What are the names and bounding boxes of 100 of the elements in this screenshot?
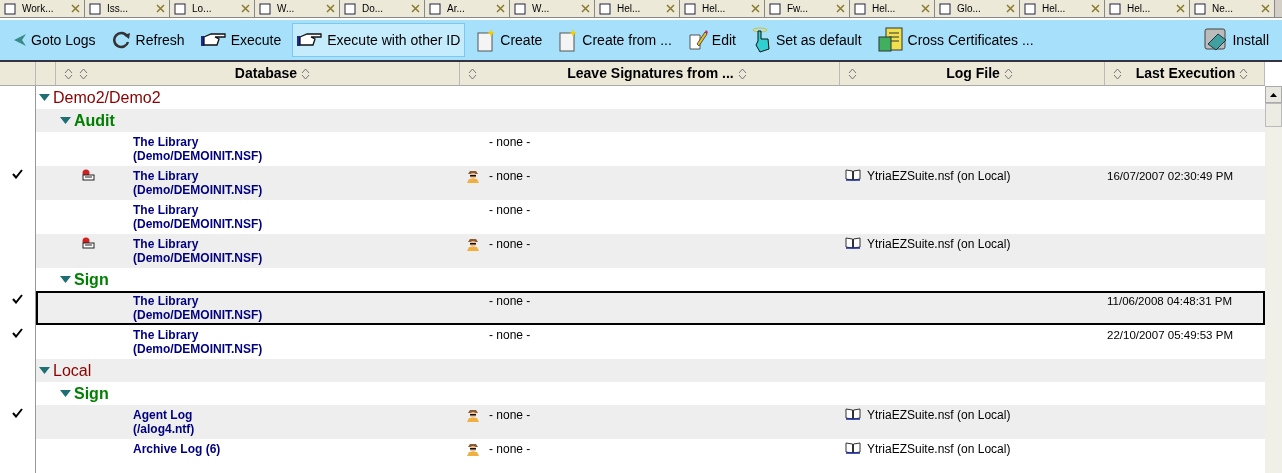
category-label: Audit	[74, 111, 115, 130]
document-tab[interactable]: Hel...	[680, 0, 765, 17]
document-icon	[4, 2, 18, 15]
log-file-text: YtriaEZSuite.nsf (on Local)	[867, 442, 1011, 456]
pointing-hand-icon	[200, 32, 227, 48]
document-icon	[769, 2, 783, 15]
close-icon[interactable]	[921, 4, 930, 13]
expand-arrow-icon[interactable]	[60, 276, 71, 283]
toolbar-button[interactable]: Goto Logs	[8, 23, 101, 57]
signatures-text: - none -	[489, 294, 531, 308]
new-document-icon	[476, 28, 497, 52]
document-tab[interactable]: W...	[510, 0, 595, 17]
last-execution-text: 16/07/2007 02:30:49 PM	[1107, 170, 1233, 182]
column-header[interactable]: Last Execution	[1105, 62, 1265, 85]
toolbar-button[interactable]: Install	[1199, 23, 1274, 57]
document-icon	[1024, 2, 1038, 15]
close-icon[interactable]	[1006, 4, 1015, 13]
sort-icon[interactable]	[79, 67, 88, 80]
scroll-thumb[interactable]	[1265, 103, 1282, 127]
document-icon	[684, 2, 698, 15]
close-icon[interactable]	[71, 4, 80, 13]
close-icon[interactable]	[1261, 4, 1270, 13]
close-icon[interactable]	[751, 4, 760, 13]
document-icon	[939, 2, 953, 15]
scrollbar[interactable]	[1265, 86, 1282, 473]
toolbar-button[interactable]: Create	[471, 23, 548, 57]
toolbar-button[interactable]: Create from ...	[553, 23, 677, 57]
document-tab[interactable]: Hel...	[595, 0, 680, 17]
book-icon	[845, 408, 861, 420]
document-tab[interactable]: Fw...	[765, 0, 850, 17]
document-tab[interactable]: Hel...	[850, 0, 935, 17]
close-icon[interactable]	[581, 4, 590, 13]
document-tab[interactable]: Iss...	[85, 0, 170, 17]
checkmark-icon[interactable]	[12, 328, 23, 338]
document-tab[interactable]: Do...	[340, 0, 425, 17]
checkmark-icon[interactable]	[12, 294, 23, 304]
toolbar-button[interactable]: Refresh	[106, 23, 190, 57]
sort-icon[interactable]	[848, 67, 857, 80]
document-icon	[854, 2, 868, 15]
document-icon	[1194, 2, 1208, 15]
database-path: (Demo/DEMOINIT.NSF)	[133, 217, 263, 231]
toolbar-button[interactable]: Execute with other ID	[292, 23, 466, 57]
sort-icon[interactable]	[1239, 67, 1249, 80]
close-icon[interactable]	[326, 4, 335, 13]
last-execution-text: 11/06/2008 04:48:31 PM	[1107, 295, 1233, 307]
close-icon[interactable]	[156, 4, 165, 13]
database-title: The Library	[133, 203, 200, 217]
document-icon	[599, 2, 613, 15]
expand-arrow-icon[interactable]	[60, 390, 71, 397]
close-icon[interactable]	[1091, 4, 1100, 13]
toolbar-button[interactable]: Set as default	[746, 23, 867, 57]
close-icon[interactable]	[496, 4, 505, 13]
sort-icon[interactable]	[737, 67, 747, 80]
database-title: The Library	[133, 135, 200, 149]
document-icon	[259, 2, 273, 15]
log-file-text: YtriaEZSuite.nsf (on Local)	[867, 237, 1011, 251]
sort-icon[interactable]	[468, 67, 477, 80]
document-tab[interactable]: Work...	[0, 0, 85, 17]
close-icon[interactable]	[666, 4, 675, 13]
document-tab[interactable]: Hel...	[1105, 0, 1190, 17]
database-title: The Library	[133, 237, 200, 251]
column-header[interactable]: Log File	[840, 62, 1105, 85]
signatures-text: - none -	[489, 237, 531, 251]
last-execution-text: 22/10/2007 05:49:53 PM	[1107, 329, 1233, 341]
toolbar-button[interactable]: Execute	[195, 23, 287, 57]
arrow-up-icon	[1270, 92, 1277, 97]
sort-icon[interactable]	[1003, 67, 1013, 80]
checkmark-icon[interactable]	[12, 169, 23, 179]
document-tab[interactable]: Glo...	[935, 0, 1020, 17]
toolbar-button[interactable]: Edit	[682, 23, 741, 57]
column-header[interactable]: Leave Signatures from ...	[460, 62, 840, 85]
document-tab[interactable]: Ar...	[425, 0, 510, 17]
document-tab[interactable]: W...	[255, 0, 340, 17]
expand-arrow-icon[interactable]	[39, 367, 50, 374]
book-icon	[845, 237, 861, 249]
sort-icon[interactable]	[1113, 67, 1122, 80]
scroll-up-button[interactable]	[1265, 86, 1282, 103]
signatures-text: - none -	[489, 328, 531, 342]
document-tab[interactable]: Ne...	[1190, 0, 1275, 17]
document-icon	[89, 2, 103, 15]
database-title: The Library	[133, 328, 200, 342]
document-tab[interactable]: Lo...	[170, 0, 255, 17]
close-icon[interactable]	[411, 4, 420, 13]
expand-arrow-icon[interactable]	[60, 117, 71, 124]
column-header[interactable]: Database	[56, 62, 460, 85]
database-path: (Demo/DEMOINIT.NSF)	[133, 342, 263, 356]
sort-icon[interactable]	[301, 67, 311, 80]
close-icon[interactable]	[241, 4, 250, 13]
expand-arrow-icon[interactable]	[39, 94, 50, 101]
database-path: (Demo/DEMOINIT.NSF)	[133, 308, 263, 322]
document-icon	[174, 2, 188, 15]
document-tab[interactable]: Hel...	[1020, 0, 1105, 17]
sort-icon[interactable]	[64, 67, 73, 80]
close-icon[interactable]	[1176, 4, 1185, 13]
close-icon[interactable]	[836, 4, 845, 13]
checkmark-icon[interactable]	[12, 408, 23, 418]
toolbar-button[interactable]: Cross Certificates ...	[872, 23, 1039, 57]
document-icon	[514, 2, 528, 15]
signatures-text: - none -	[489, 442, 531, 456]
document-icon	[1109, 2, 1123, 15]
